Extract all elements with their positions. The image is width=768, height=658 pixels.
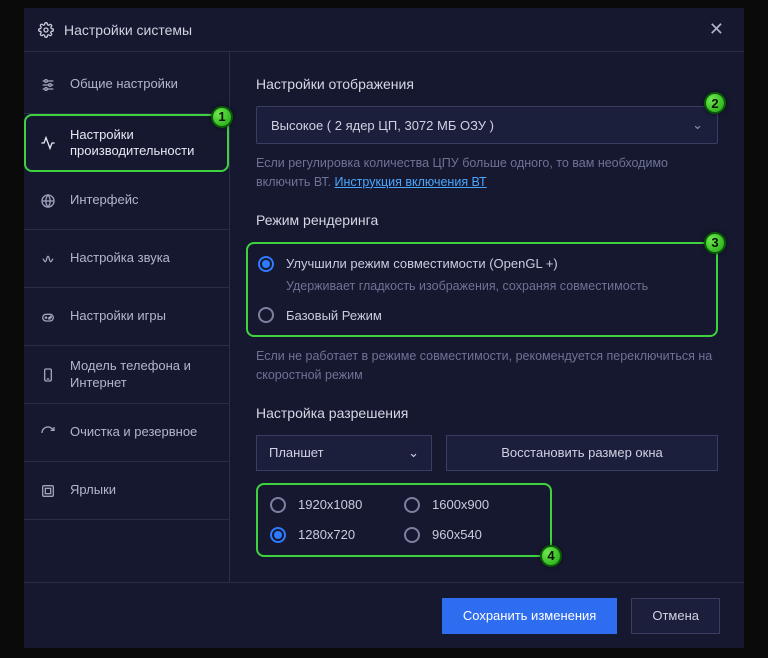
sidebar: Общие настройки Настройки производительн… bbox=[24, 52, 230, 582]
sidebar-item-cleanup[interactable]: Очистка и резервное bbox=[24, 404, 229, 462]
cancel-button[interactable]: Отмена bbox=[631, 598, 720, 634]
sidebar-item-label: Общие настройки bbox=[70, 76, 178, 92]
window-title: Настройки системы bbox=[64, 22, 703, 38]
resolution-1600x900[interactable]: 1600x900 bbox=[404, 495, 538, 515]
radio-icon bbox=[258, 307, 274, 323]
gamepad-icon bbox=[38, 307, 58, 327]
radio-label: 1920x1080 bbox=[298, 497, 362, 512]
sidebar-item-label: Очистка и резервное bbox=[70, 424, 197, 440]
render-option-caption: Удерживает гладкость изображения, сохран… bbox=[286, 278, 706, 296]
sidebar-item-shortcuts[interactable]: Ярлыки bbox=[24, 462, 229, 520]
radio-icon bbox=[404, 497, 420, 513]
select-value: Планшет bbox=[269, 445, 324, 460]
content-area: Настройки отображения Высокое ( 2 ядер Ц… bbox=[230, 52, 744, 582]
sidebar-item-label: Интерфейс bbox=[70, 192, 138, 208]
radio-label: 1600x900 bbox=[432, 497, 489, 512]
resolution-960x540[interactable]: 960x540 bbox=[404, 525, 538, 545]
sidebar-item-phone[interactable]: Модель телефона и Интернет bbox=[24, 346, 229, 404]
radio-icon bbox=[270, 527, 286, 543]
step-badge-3: 3 bbox=[704, 232, 726, 254]
save-button[interactable]: Сохранить изменения bbox=[442, 598, 618, 634]
resolution-section-title: Настройка разрешения bbox=[256, 405, 718, 421]
resolution-options-group: 1920x1080 1600x900 1280x720 960x540 bbox=[256, 483, 552, 557]
render-section-title: Режим рендеринга bbox=[256, 212, 718, 228]
render-hint: Если не работает в режиме совместимости,… bbox=[256, 347, 718, 385]
render-option-basic[interactable]: Базовый Режим bbox=[258, 301, 706, 329]
restore-window-button[interactable]: Восстановить размер окна bbox=[446, 435, 718, 471]
radio-icon bbox=[258, 256, 274, 272]
resolution-1280x720[interactable]: 1280x720 bbox=[270, 525, 404, 545]
vt-instruction-link[interactable]: Инструкция включения ВТ bbox=[335, 175, 487, 189]
step-badge-2: 2 bbox=[704, 92, 726, 114]
sidebar-item-label: Модель телефона и Интернет bbox=[70, 358, 215, 391]
resolution-mode-select[interactable]: Планшет ⌄ bbox=[256, 435, 432, 471]
sidebar-item-general[interactable]: Общие настройки bbox=[24, 56, 229, 114]
display-section-title: Настройки отображения bbox=[256, 76, 718, 92]
sidebar-item-game[interactable]: Настройки игры bbox=[24, 288, 229, 346]
sidebar-item-label: Настройки производительности bbox=[70, 127, 213, 160]
sound-icon bbox=[38, 249, 58, 269]
radio-icon bbox=[270, 497, 286, 513]
sidebar-item-performance[interactable]: Настройки производительности 1 bbox=[24, 114, 229, 172]
sliders-icon bbox=[38, 75, 58, 95]
radio-label: 960x540 bbox=[432, 527, 482, 542]
shortcut-icon bbox=[38, 481, 58, 501]
titlebar: Настройки системы ✕ bbox=[24, 8, 744, 52]
performance-level-select[interactable]: Высокое ( 2 ядер ЦП, 3072 МБ ОЗУ ) ⌄ bbox=[256, 106, 718, 144]
step-badge-1: 1 bbox=[211, 106, 233, 128]
radio-icon bbox=[404, 527, 420, 543]
sidebar-item-label: Настройки игры bbox=[70, 308, 166, 324]
render-option-opengl[interactable]: Улучшили режим совместимости (OpenGL +) bbox=[258, 250, 706, 278]
radio-label: 1280x720 bbox=[298, 527, 355, 542]
render-mode-group: Улучшили режим совместимости (OpenGL +) … bbox=[246, 242, 718, 338]
chevron-down-icon: ⌄ bbox=[692, 117, 703, 133]
performance-icon bbox=[38, 133, 58, 153]
globe-icon bbox=[38, 191, 58, 211]
radio-label: Базовый Режим bbox=[286, 308, 382, 323]
sidebar-item-sound[interactable]: Настройка звука bbox=[24, 230, 229, 288]
gear-icon bbox=[38, 22, 54, 38]
resolution-1920x1080[interactable]: 1920x1080 bbox=[270, 495, 404, 515]
sidebar-item-label: Ярлыки bbox=[70, 482, 116, 498]
sidebar-item-label: Настройка звука bbox=[70, 250, 170, 266]
close-icon[interactable]: ✕ bbox=[703, 15, 730, 44]
select-value: Высокое ( 2 ядер ЦП, 3072 МБ ОЗУ ) bbox=[271, 118, 494, 133]
footer: Сохранить изменения Отмена bbox=[24, 582, 744, 648]
step-badge-4: 4 bbox=[540, 545, 562, 567]
refresh-icon bbox=[38, 423, 58, 443]
phone-icon bbox=[38, 365, 58, 385]
vt-hint: Если регулировка количества ЦПУ больше о… bbox=[256, 154, 718, 192]
radio-label: Улучшили режим совместимости (OpenGL +) bbox=[286, 256, 558, 271]
chevron-down-icon: ⌄ bbox=[408, 445, 419, 461]
sidebar-item-interface[interactable]: Интерфейс bbox=[24, 172, 229, 230]
settings-window: Настройки системы ✕ Общие настройки Наст… bbox=[24, 8, 744, 648]
